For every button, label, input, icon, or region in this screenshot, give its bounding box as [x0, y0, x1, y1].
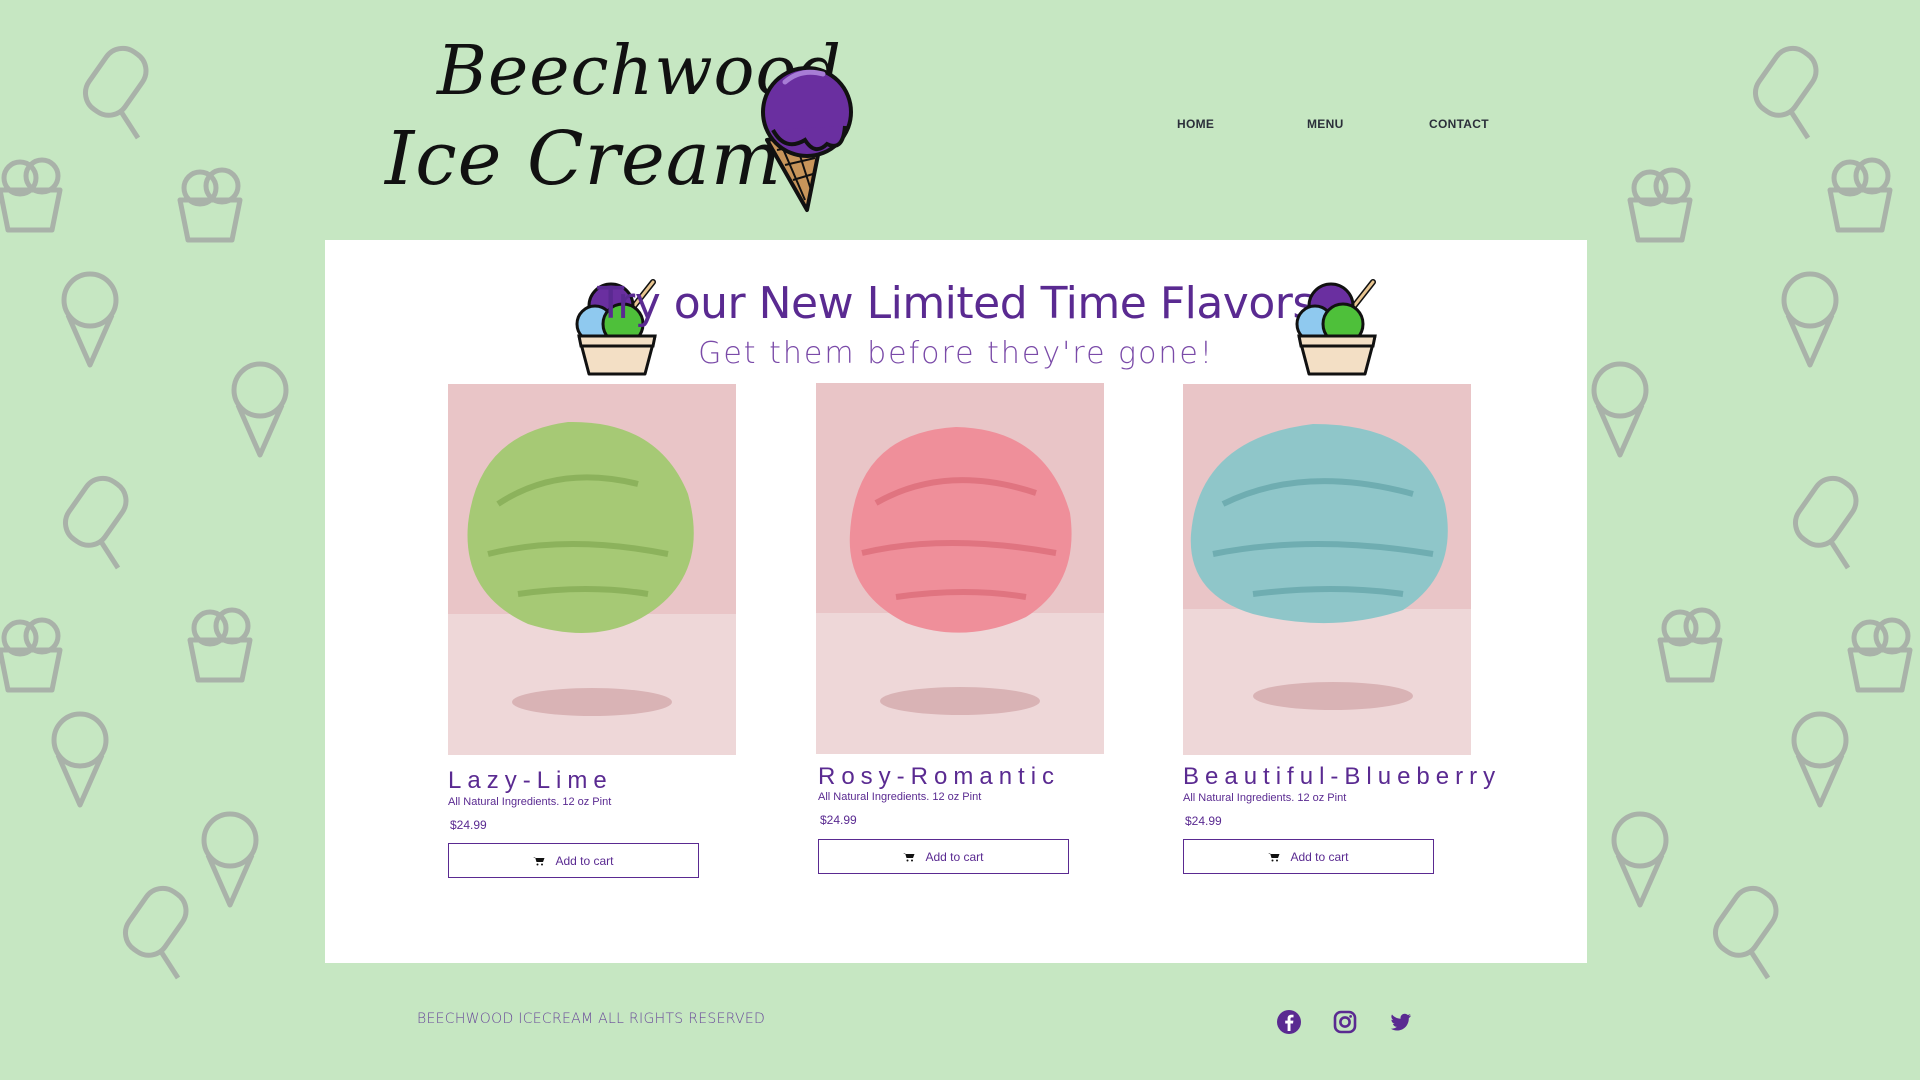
main-nav: HOME MENU CONTACT [1167, 117, 1587, 137]
product-image[interactable] [448, 384, 736, 755]
cart-icon [1268, 852, 1280, 861]
product-description: All Natural Ingredients. 12 oz Pint [1183, 792, 1347, 804]
copyright-text: BEECHWOOD ICECREAM ALL RIGHTS RESERVED [417, 1011, 766, 1027]
add-to-cart-button[interactable]: Add to cart [448, 843, 699, 878]
cart-icon [903, 852, 915, 861]
product-name: Lazy-Lime [448, 767, 613, 794]
cart-icon [533, 856, 545, 865]
twitter-icon[interactable] [1388, 1009, 1414, 1035]
nav-menu[interactable]: MENU [1307, 117, 1344, 131]
product-name: Beautiful-Blueberry [1183, 763, 1502, 790]
product-name: Rosy-Romantic [818, 763, 1061, 790]
product-description: All Natural Ingredients. 12 oz Pint [818, 791, 982, 803]
add-to-cart-label: Add to cart [555, 853, 614, 868]
page: Beechwood Ice Cream HOME MENU CONTACT Tr… [325, 0, 1587, 1080]
banner-subtitle: Get them before they're gone! [698, 336, 1214, 371]
product-image[interactable] [1183, 384, 1471, 755]
ice-cream-cone-icon [761, 66, 853, 212]
facebook-icon[interactable] [1276, 1009, 1302, 1035]
nav-home[interactable]: HOME [1177, 117, 1214, 131]
logo[interactable]: Beechwood Ice Cream [385, 30, 865, 215]
product-price: $24.99 [1185, 814, 1222, 828]
product-price: $24.99 [450, 818, 487, 832]
add-to-cart-button[interactable]: Add to cart [818, 839, 1069, 874]
instagram-icon[interactable] [1332, 1009, 1358, 1035]
ice-cream-cup-icon [1295, 279, 1377, 376]
product-price: $24.99 [820, 813, 857, 827]
product-image[interactable] [816, 383, 1104, 754]
promo-banner: Try our New Limited Time Flavors Get the… [325, 258, 1587, 376]
add-to-cart-label: Add to cart [925, 849, 984, 864]
main-content: Try our New Limited Time Flavors Get the… [325, 240, 1587, 963]
nav-contact[interactable]: CONTACT [1429, 117, 1489, 131]
footer: BEECHWOOD ICECREAM ALL RIGHTS RESERVED [325, 963, 1587, 1080]
add-to-cart-button[interactable]: Add to cart [1183, 839, 1434, 874]
product-description: All Natural Ingredients. 12 oz Pint [448, 796, 612, 808]
add-to-cart-label: Add to cart [1290, 849, 1349, 864]
logo-text-line2: Ice Cream [385, 116, 783, 202]
header: Beechwood Ice Cream HOME MENU CONTACT [325, 0, 1587, 240]
banner-title: Try our New Limited Time Flavors [597, 278, 1315, 329]
